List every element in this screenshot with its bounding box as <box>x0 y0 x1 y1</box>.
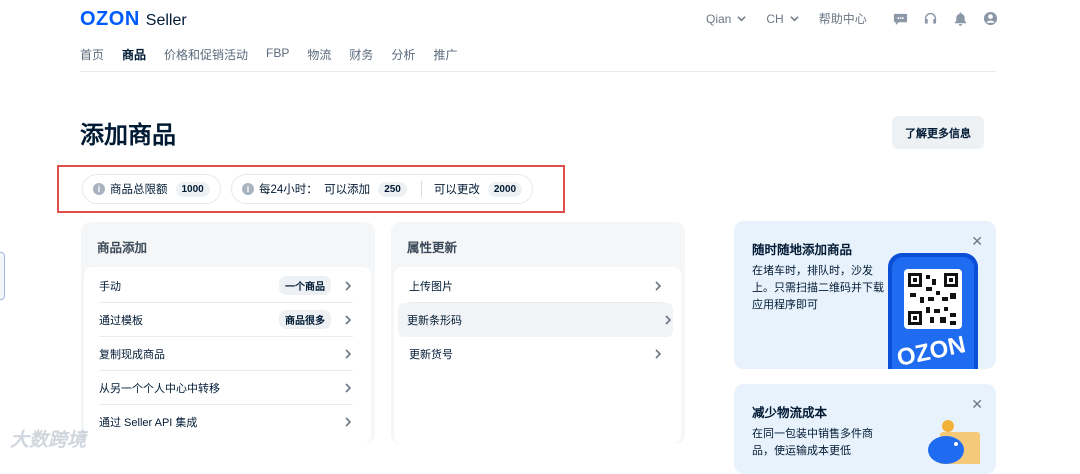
close-icon[interactable]: ✕ <box>971 396 983 413</box>
daily-edit-label: 可以更改 <box>433 184 480 196</box>
bell-icon[interactable] <box>953 11 968 26</box>
list-item[interactable]: 通过 Seller API 集成 <box>99 405 353 439</box>
list-item[interactable]: 通过模板 商品很多 <box>99 303 353 337</box>
chat-icon[interactable] <box>893 11 908 26</box>
daily-add-label: 每24小时： 可以添加 <box>259 184 371 196</box>
headset-icon[interactable] <box>923 11 938 26</box>
list-item[interactable]: 上传图片 <box>409 269 663 303</box>
chevron-down-icon <box>737 16 746 22</box>
close-icon[interactable]: ✕ <box>971 233 983 250</box>
chevron-right-icon <box>345 314 352 325</box>
user-menu[interactable]: Qian <box>706 12 746 26</box>
list-item[interactable]: 复制现成商品 <box>99 337 353 371</box>
product-add-card: 商品添加 手动 一个商品 通过模板 商品很多 复制现成商品 从另一个个人中心中转… <box>81 222 375 444</box>
product-name: Seller <box>145 12 187 29</box>
nav-item-promotion[interactable]: 推广 <box>433 46 457 63</box>
chevron-down-icon <box>790 16 799 22</box>
nav-item-logistics[interactable]: 物流 <box>307 46 331 63</box>
chevron-right-icon <box>655 280 662 291</box>
phone-qr-illustration: OZON <box>888 253 978 369</box>
nav-item-home[interactable]: 首页 <box>80 46 104 63</box>
promo-title: 随时随地添加商品 <box>752 243 853 257</box>
main-navigation: 首页 商品 价格和促销活动 FBP 物流 财务 分析 推广 <box>80 46 457 63</box>
learn-more-button[interactable]: 了解更多信息 <box>892 116 984 149</box>
nav-item-fbp[interactable]: FBP <box>266 46 289 63</box>
list-item[interactable]: 手动 一个商品 <box>99 269 353 303</box>
chevron-right-icon <box>345 417 352 427</box>
count-tag: 一个商品 <box>279 276 331 295</box>
nav-item-prices-promotions[interactable]: 价格和促销活动 <box>164 46 248 63</box>
promo-text: 在堵车时，排队时，沙发上。只需扫描二维码并下载应用程序即可 <box>752 265 884 311</box>
list-item-label: 复制现成商品 <box>99 348 165 361</box>
watermark: 大数跨境 <box>10 430 87 451</box>
total-limit-badge: i 商品总限额 1000 <box>82 174 221 204</box>
chevron-right-icon <box>655 349 662 359</box>
count-tag: 商品很多 <box>279 310 331 329</box>
list-item-label: 通过模板 <box>99 314 143 327</box>
top-right-toolbar: Qian CH 帮助中心 <box>706 10 998 27</box>
promo-title: 减少物流成本 <box>752 406 828 420</box>
nav-item-analytics[interactable]: 分析 <box>391 46 415 63</box>
chevron-right-icon <box>345 382 352 393</box>
daily-add-value: 250 <box>378 181 407 197</box>
list-item[interactable]: 更新条形码 <box>398 303 673 337</box>
language-menu-label: CH <box>766 11 784 26</box>
list-item-label: 手动 <box>99 280 121 293</box>
nav-item-products[interactable]: 商品 <box>122 46 146 63</box>
page-title: 添加商品 <box>80 122 176 149</box>
product-add-heading: 商品添加 <box>97 241 148 255</box>
promo-text: 在同一包装中销售多件商品，使运输成本更低 <box>752 428 873 457</box>
info-icon[interactable]: i <box>93 183 105 195</box>
total-limit-value: 1000 <box>175 181 210 197</box>
ozon-seller-logo[interactable]: OZON Seller <box>80 8 187 31</box>
attribute-update-card: 属性更新 上传图片 更新条形码 更新货号 <box>391 222 685 444</box>
nav-item-finance[interactable]: 财务 <box>349 46 373 63</box>
user-menu-label: Qian <box>706 11 732 26</box>
product-add-list: 手动 一个商品 通过模板 商品很多 复制现成商品 从另一个个人中心中转移 通过 … <box>84 267 371 444</box>
list-item[interactable]: 从另一个个人中心中转移 <box>99 371 353 405</box>
promo-mobile-app-card: 随时随地添加商品 在堵车时，排队时，沙发上。只需扫描二维码并下载应用程序即可 ✕… <box>734 221 996 369</box>
list-item-label: 更新条形码 <box>407 315 462 327</box>
total-limit-label: 商品总限额 <box>110 184 168 196</box>
list-item-label: 从另一个个人中心中转移 <box>99 382 220 395</box>
list-item-label: 更新货号 <box>409 349 453 361</box>
profile-icon[interactable] <box>983 11 998 26</box>
list-item-label: 上传图片 <box>409 280 453 293</box>
help-center-link[interactable]: 帮助中心 <box>819 10 867 27</box>
piggy-bank-illustration <box>928 420 980 464</box>
brand-name: OZON <box>80 8 140 30</box>
side-panel-handle[interactable] <box>0 252 5 300</box>
promo-logistics-card: 减少物流成本 在同一包装中销售多件商品，使运输成本更低 ✕ <box>734 384 996 474</box>
daily-limit-badge: i 每24小时： 可以添加 250 可以更改 2000 <box>231 174 534 204</box>
limit-separator <box>420 181 422 197</box>
attribute-update-list: 上传图片 更新条形码 更新货号 <box>394 267 681 444</box>
info-icon[interactable]: i <box>242 183 254 195</box>
daily-edit-value: 2000 <box>487 181 523 197</box>
nav-divider <box>80 71 996 72</box>
list-item-label: 通过 Seller API 集成 <box>99 417 198 429</box>
chevron-right-icon <box>665 315 672 325</box>
chevron-right-icon <box>345 280 352 291</box>
list-item[interactable]: 更新货号 <box>409 337 663 371</box>
attribute-update-heading: 属性更新 <box>407 241 458 255</box>
chevron-right-icon <box>345 348 352 359</box>
language-menu[interactable]: CH <box>766 11 799 26</box>
